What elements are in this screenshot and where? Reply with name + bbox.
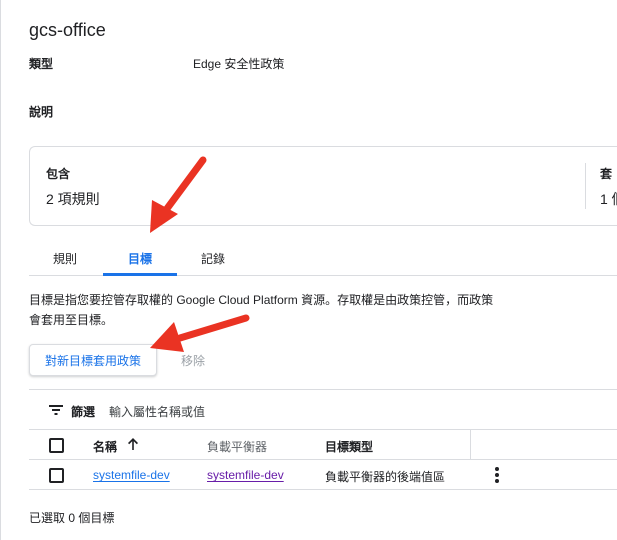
- remove-button[interactable]: 移除: [181, 352, 205, 369]
- targets-table: 篩選 輸入屬性名稱或值 名稱 負載平衡器 目標類型 systemfile-dev…: [29, 389, 617, 490]
- target-name-link[interactable]: systemfile-dev: [93, 468, 170, 482]
- select-all-checkbox[interactable]: [49, 438, 64, 453]
- filter-bar[interactable]: 篩選 輸入屬性名稱或值: [29, 390, 617, 430]
- tab-targets[interactable]: 目標: [128, 250, 152, 267]
- row-checkbox[interactable]: [49, 468, 64, 483]
- page-title: gcs-office: [29, 20, 106, 40]
- column-divider: [470, 430, 471, 460]
- load-balancer-link[interactable]: systemfile-dev: [207, 468, 284, 482]
- type-value: Edge 安全性政策: [193, 57, 285, 71]
- tab-bar: 規則 目標 記錄: [29, 240, 617, 276]
- summary-divider: [585, 163, 586, 209]
- active-tab-indicator: [103, 273, 177, 276]
- applied-label: 套: [600, 167, 613, 181]
- more-vert-icon[interactable]: [495, 467, 499, 483]
- column-header-name[interactable]: 名稱: [93, 438, 117, 455]
- type-label: 類型: [29, 57, 54, 71]
- targets-description-line2: 會套用至目標。: [29, 313, 114, 327]
- tab-rules[interactable]: 規則: [53, 250, 77, 267]
- description-label: 說明: [29, 105, 54, 119]
- column-header-target-type[interactable]: 目標類型: [325, 438, 373, 455]
- apply-to-new-target-button[interactable]: 對新目標套用政策: [29, 344, 157, 376]
- filter-input[interactable]: 輸入屬性名稱或值: [109, 403, 205, 420]
- selected-count-text: 已選取 0 個目標: [29, 511, 115, 525]
- table-header-row: 名稱 負載平衡器 目標類型: [29, 430, 617, 460]
- summary-card: 包含 2 項規則 套 1 個: [29, 146, 617, 226]
- filter-label: 篩選: [71, 405, 96, 419]
- policy-details-page: gcs-office 類型 Edge 安全性政策 說明 包含 2 項規則 套 1…: [0, 0, 617, 540]
- column-header-load-balancer[interactable]: 負載平衡器: [207, 438, 267, 455]
- contains-label: 包含: [46, 167, 71, 181]
- contains-value: 2 項規則: [46, 191, 100, 207]
- targets-description: 目標是指您要控管存取權的 Google Cloud Platform 資源。存取…: [29, 290, 549, 330]
- table-row: systemfile-dev systemfile-dev 負載平衡器的後端值區: [29, 460, 617, 490]
- target-type-cell: 負載平衡器的後端值區: [325, 470, 446, 484]
- filter-icon: [49, 405, 63, 415]
- tab-logs[interactable]: 記錄: [201, 250, 225, 267]
- applied-value: 1 個: [600, 191, 617, 207]
- targets-description-line1: 目標是指您要控管存取權的 Google Cloud Platform 資源。存取…: [29, 293, 494, 307]
- sort-arrow-up-icon[interactable]: [127, 436, 139, 452]
